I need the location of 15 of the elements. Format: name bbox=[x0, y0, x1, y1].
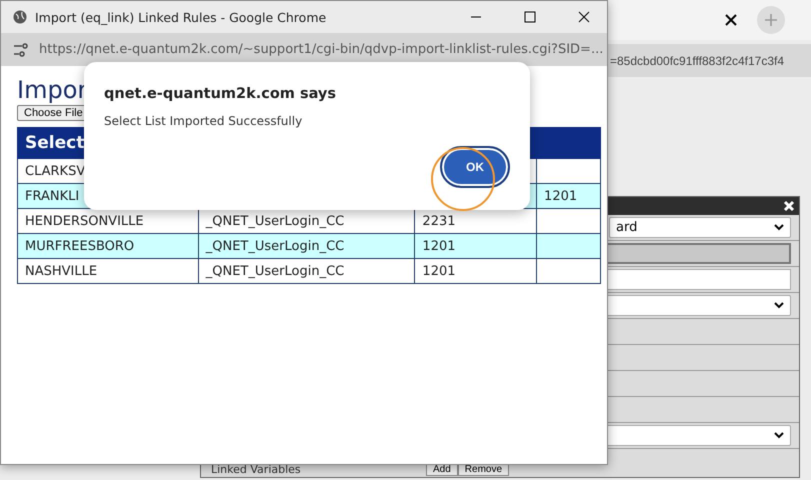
table-cell: 1201 bbox=[414, 258, 537, 284]
table-cell: 1201 bbox=[536, 184, 600, 208]
table-cell: _QNET_UserLogin_CC bbox=[198, 208, 415, 234]
table-cell: _QNET_UserLogin_CC bbox=[198, 258, 415, 284]
dialog-title: qnet.e-quantum2k.com says bbox=[104, 86, 338, 102]
field-label: Linked Variables bbox=[211, 464, 302, 476]
dialog-message: Select List Imported Successfully bbox=[104, 114, 304, 128]
table-cell: 2231 bbox=[414, 208, 537, 234]
table-cell: NASHVILLE bbox=[18, 258, 198, 284]
window-title: Import (eq_link) Linked Rules - Google Chrome bbox=[35, 10, 328, 24]
table-cell: MURFREESBORO bbox=[18, 234, 198, 258]
table-cell: _QNET_UserLogin_CC bbox=[198, 234, 415, 258]
table-cell: HENDERSONVILLE bbox=[18, 208, 198, 234]
table-cell: 1201 bbox=[414, 234, 537, 258]
page-heading: Impor bbox=[17, 76, 88, 104]
